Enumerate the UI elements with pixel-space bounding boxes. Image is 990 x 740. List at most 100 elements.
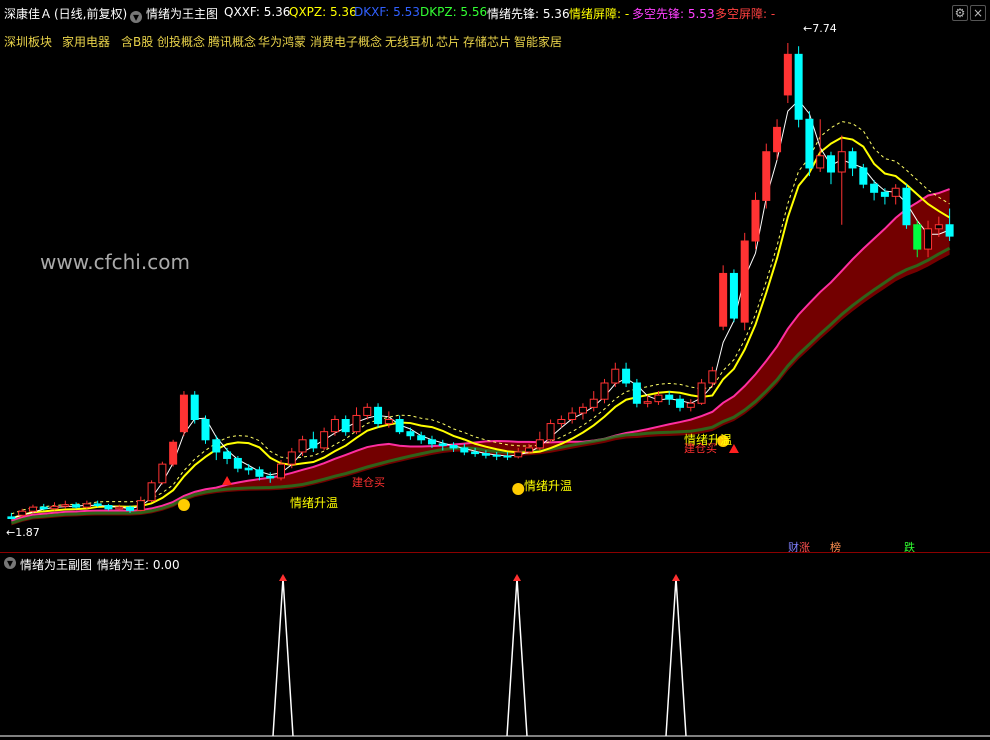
candle-body	[525, 447, 534, 453]
signal-label: 情绪升温	[524, 479, 573, 493]
candle-body	[276, 463, 285, 479]
candle-body	[848, 151, 857, 169]
candle-body	[190, 394, 199, 421]
candle-body	[751, 199, 760, 242]
candle-body	[794, 53, 803, 120]
candle-body	[859, 167, 868, 185]
candle-body	[471, 451, 480, 455]
candle-body	[762, 151, 771, 201]
candle-body	[546, 423, 555, 441]
candle-body	[481, 453, 490, 456]
candle-body	[837, 151, 846, 173]
candle-body	[7, 516, 16, 520]
candle-body	[82, 503, 91, 508]
candle-body	[719, 272, 728, 327]
candle-body	[697, 382, 706, 404]
candle-body	[611, 368, 620, 384]
candle-body	[18, 510, 27, 516]
buy-arrow-icon	[222, 476, 233, 485]
candle-body	[104, 505, 113, 510]
spike-top-marker-icon	[279, 574, 287, 581]
candle-body	[934, 224, 943, 230]
candle-body	[622, 368, 631, 384]
candle-body	[514, 451, 523, 458]
candle-body	[363, 406, 372, 416]
candle-body	[126, 506, 135, 511]
candle-body	[115, 506, 124, 510]
green-baseline	[10, 246, 951, 525]
min-price-label: ←1.87	[6, 526, 40, 539]
candle-body	[805, 118, 814, 169]
signal-marker-icon	[177, 499, 190, 511]
candle-body	[374, 406, 383, 425]
candle-body	[341, 419, 350, 433]
candle-body	[773, 126, 782, 153]
candle-body	[50, 505, 59, 510]
candle-body	[147, 482, 156, 502]
emotion-spike	[506, 577, 528, 737]
band-top-line	[11, 188, 950, 522]
candle-body	[913, 224, 922, 250]
arrow-left-icon: ←	[803, 22, 813, 35]
candle-body	[298, 439, 307, 453]
candle-body	[330, 419, 339, 433]
candle-body	[406, 431, 415, 437]
candle-body	[891, 187, 900, 197]
trend-band	[11, 189, 950, 526]
candle-body	[427, 439, 436, 445]
candle-body	[568, 412, 577, 421]
spike-top-marker-icon	[513, 574, 521, 581]
candle-body	[169, 441, 178, 465]
candle-body	[255, 469, 264, 477]
candle-body	[212, 439, 221, 453]
candle-body	[352, 414, 361, 433]
candle-body	[287, 451, 296, 465]
candle-body	[783, 53, 792, 96]
candle-body	[880, 191, 889, 197]
emotion-spike	[272, 577, 294, 737]
candle-body	[266, 475, 275, 479]
candle-body	[902, 187, 911, 226]
candle-body	[535, 439, 544, 449]
candle-body	[729, 272, 738, 319]
candle-body	[557, 419, 566, 425]
candle-body	[158, 463, 167, 484]
candle-body	[924, 228, 933, 250]
candle-body	[600, 382, 609, 400]
candle-body	[492, 454, 501, 457]
candle-body	[708, 370, 717, 384]
candle-body	[578, 406, 587, 414]
candle-body	[417, 435, 426, 441]
candle-body	[589, 398, 598, 408]
sub-chart-value: 情绪为王: 0.00	[97, 558, 180, 572]
candle-body	[179, 394, 188, 433]
signal-marker-icon	[512, 483, 525, 495]
candle-body	[223, 451, 232, 459]
candle-body	[643, 401, 652, 404]
candle-body	[244, 467, 253, 471]
candle-body	[395, 419, 404, 433]
candle-body	[309, 439, 318, 449]
candle-body	[632, 382, 641, 404]
candle-body	[136, 500, 145, 511]
candle-body	[676, 398, 685, 408]
candle-body	[816, 155, 825, 169]
candle-body	[826, 155, 835, 173]
candle-body	[61, 504, 70, 507]
candle-body	[233, 457, 242, 469]
candle-body	[438, 443, 447, 446]
candle-body	[740, 240, 749, 323]
candle-body	[320, 431, 329, 449]
price-chart[interactable]	[0, 0, 990, 740]
pane-divider[interactable]	[0, 552, 990, 553]
candle-body	[201, 419, 210, 441]
candle-body	[686, 402, 695, 408]
candle-body	[460, 447, 469, 453]
candle-body	[384, 419, 393, 425]
candle-body	[945, 224, 954, 237]
candle-body	[503, 455, 512, 458]
candle-body	[28, 506, 37, 512]
sub-chart-title[interactable]: 情绪为王副图	[20, 556, 92, 573]
buy-label: 建仓买	[352, 476, 385, 489]
spike-top-marker-icon	[672, 574, 680, 581]
